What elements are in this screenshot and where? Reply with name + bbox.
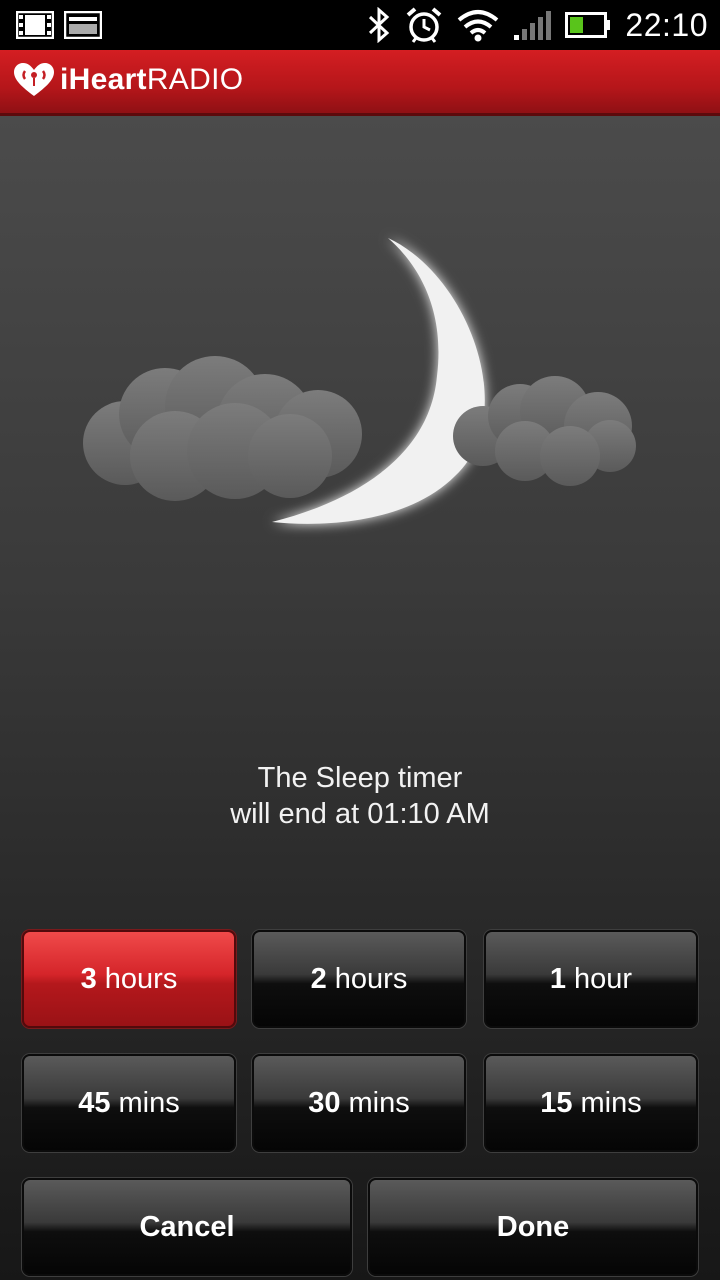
option-unit: hour xyxy=(574,962,633,995)
wifi-icon xyxy=(458,10,499,42)
signal-icon xyxy=(514,11,552,40)
option-number: 15 xyxy=(540,1086,573,1119)
done-button[interactable]: Done xyxy=(368,1178,698,1276)
timer-option-15-mins[interactable]: 15 mins xyxy=(484,1054,698,1152)
app-header: iHeartRADIO xyxy=(0,50,720,116)
sleep-timer-message: The Sleep timer will end at 01:10 AM xyxy=(0,760,720,832)
timer-option-30-mins[interactable]: 30 mins xyxy=(252,1054,466,1152)
option-number: 45 xyxy=(78,1086,111,1119)
sleep-timer-screen: The Sleep timer will end at 01:10 AM 3 ho… xyxy=(0,116,720,1280)
cloud-icon xyxy=(83,356,362,501)
option-unit: mins xyxy=(118,1086,180,1119)
film-strip-icon xyxy=(16,11,54,39)
night-illustration xyxy=(83,238,636,524)
cancel-button[interactable]: Cancel xyxy=(22,1178,352,1276)
option-unit: mins xyxy=(348,1086,410,1119)
timer-option-3-hours[interactable]: 3 hours xyxy=(22,930,236,1028)
message-line-1: The Sleep timer xyxy=(257,762,463,794)
option-unit: hours xyxy=(104,962,178,995)
iheartradio-logo: iHeartRADIO xyxy=(12,62,243,98)
bluetooth-icon xyxy=(369,7,390,43)
timer-option-45-mins[interactable]: 45 mins xyxy=(22,1054,236,1152)
option-unit: hours xyxy=(334,962,408,995)
logo-text-bold: iHeart xyxy=(60,63,147,96)
option-number: 1 xyxy=(549,962,567,995)
timer-option-1-hour[interactable]: 1 hour xyxy=(484,930,698,1028)
logo-text-regular: RADIO xyxy=(146,63,244,96)
iheart-logo-icon xyxy=(14,63,54,96)
image-icon xyxy=(64,11,102,39)
timer-option-2-hours[interactable]: 2 hours xyxy=(252,930,466,1028)
alarm-icon xyxy=(407,7,442,43)
status-clock: 22:10 xyxy=(625,6,708,43)
option-number: 3 xyxy=(80,962,97,995)
battery-icon xyxy=(565,12,611,38)
option-number: 2 xyxy=(310,962,327,995)
message-line-2: will end at 01:10 AM xyxy=(230,798,490,830)
option-number: 30 xyxy=(308,1086,341,1119)
status-bar: 22:10 xyxy=(0,0,720,50)
option-unit: mins xyxy=(580,1086,642,1119)
